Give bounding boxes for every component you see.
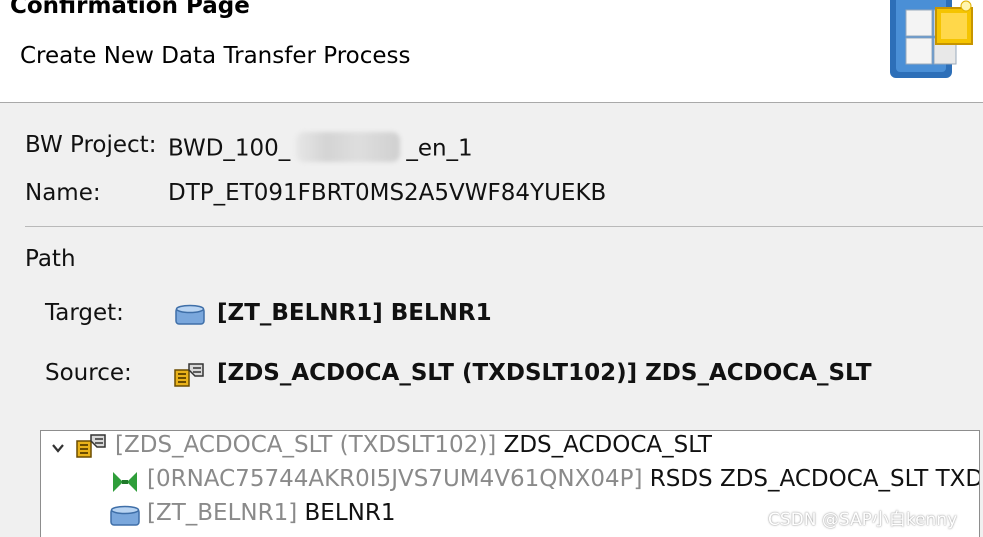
wizard-banner-icon bbox=[890, 0, 973, 78]
page-title: Confirmation Page bbox=[10, 0, 250, 19]
target-label: Target: bbox=[45, 300, 124, 326]
bw-project-suffix: _en_1 bbox=[406, 135, 473, 162]
source-label: Source: bbox=[45, 360, 132, 386]
target-value: [ZT_BELNR1] BELNR1 bbox=[217, 300, 492, 326]
watermark: CSDN @SAP小白kenny bbox=[768, 510, 958, 530]
datastore-icon bbox=[175, 304, 205, 325]
tree-item-name: RSDS ZDS_ACDOCA_SLT TXDSLT102 bbox=[649, 466, 979, 492]
redacted-mask bbox=[296, 132, 401, 162]
datasource-icon bbox=[174, 363, 204, 387]
transformation-icon bbox=[113, 472, 137, 492]
source-value: [ZDS_ACDOCA_SLT (TXDSLT102)] ZDS_ACDOCA_… bbox=[217, 360, 872, 386]
datastore-icon bbox=[110, 505, 140, 526]
tree-item-name: ZDS_ACDOCA_SLT bbox=[496, 432, 712, 458]
section-divider bbox=[25, 226, 983, 227]
name-value: DTP_ET091FBRT0MS2A5VWF84YUEKB bbox=[168, 180, 607, 206]
chevron-down-icon[interactable] bbox=[51, 441, 65, 455]
bw-project-label: BW Project: bbox=[25, 132, 157, 158]
name-label: Name: bbox=[25, 180, 101, 206]
tree-item-id: [ZDS_ACDOCA_SLT (TXDSLT102)] bbox=[115, 432, 497, 458]
datasource-icon bbox=[76, 434, 106, 458]
path-heading: Path bbox=[25, 246, 76, 272]
bw-project-value: BWD_100_ _en_1 bbox=[168, 132, 473, 166]
tree-item-name: BELNR1 bbox=[297, 500, 396, 526]
page-subtitle: Create New Data Transfer Process bbox=[20, 43, 411, 69]
tree-item-id: [ZT_BELNR1] bbox=[147, 500, 298, 526]
bw-project-prefix: BWD_100_ bbox=[168, 135, 291, 162]
tree-item-id: [0RNAC75744AKR0I5JVS7UM4V61QNX04P] bbox=[147, 466, 643, 492]
wizard-header: Confirmation Page Create New Data Transf… bbox=[0, 0, 983, 103]
